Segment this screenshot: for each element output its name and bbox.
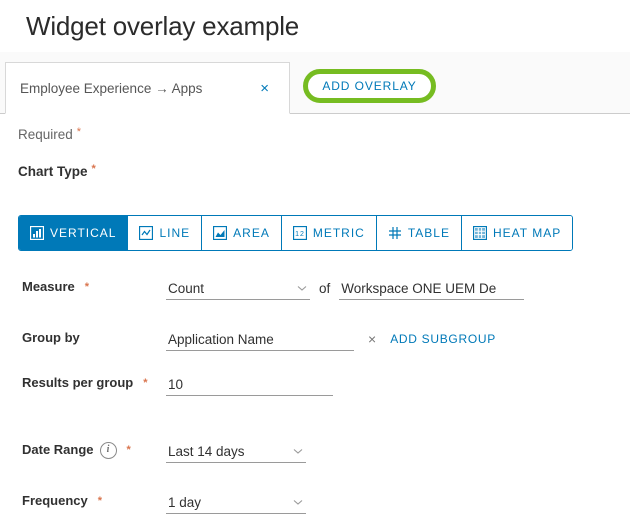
group-by-label-text: Group by	[22, 330, 80, 345]
group-by-select[interactable]: Application Name	[166, 328, 354, 351]
svg-text:12: 12	[295, 231, 305, 238]
measure-label-text: Measure	[22, 279, 75, 294]
results-per-group-input[interactable]: 10	[166, 373, 333, 396]
info-icon[interactable]: i	[99, 441, 117, 459]
date-range-select[interactable]: Last 14 days	[166, 440, 306, 463]
table-grid-icon	[388, 226, 402, 240]
add-subgroup-button[interactable]: ADD SUBGROUP	[390, 328, 496, 351]
widget-config-form: Required * Chart Type * VERTICAL LINE AR…	[0, 114, 630, 514]
required-marker: *	[97, 494, 103, 507]
heat-map-icon	[472, 226, 487, 240]
page-title: Widget overlay example	[26, 11, 300, 41]
chevron-down-icon	[293, 449, 303, 454]
clear-group-by-icon[interactable]: ×	[368, 328, 376, 351]
required-marker: *	[143, 376, 148, 389]
chevron-down-icon	[297, 286, 307, 291]
date-range-label-text: Date Range	[22, 442, 94, 457]
measure-target-value: Workspace ONE UEM De	[341, 280, 497, 296]
date-range-value: Last 14 days	[168, 443, 245, 459]
measure-of-text: of	[319, 281, 331, 296]
required-note-text: Required	[18, 127, 73, 142]
frequency-select[interactable]: 1 day	[166, 491, 306, 514]
chart-type-label-text: Chart Type	[18, 164, 88, 179]
results-per-group-label: Results per group *	[0, 373, 166, 393]
group-by-row: Group by Application Name × ADD SUBGROUP	[0, 328, 630, 358]
chart-type-label-vertical: VERTICAL	[50, 226, 117, 240]
add-overlay-highlight-ring: ADD OVERLAY	[303, 69, 436, 103]
required-marker: *	[84, 280, 90, 293]
chart-type-label-table: TABLE	[407, 226, 450, 240]
group-by-value: Application Name	[168, 331, 274, 347]
metric-number-icon: 12	[292, 226, 307, 240]
results-per-group-value: 10	[168, 376, 184, 392]
close-icon[interactable]: ×	[254, 79, 275, 98]
area-chart-icon	[213, 226, 228, 240]
chart-type-vertical[interactable]: VERTICAL	[19, 216, 129, 250]
measure-select[interactable]: Count	[166, 277, 310, 300]
chart-type-label-metric: METRIC	[312, 226, 365, 240]
group-by-label: Group by	[0, 328, 166, 348]
results-per-group-row: Results per group * 10	[0, 373, 630, 403]
date-range-row: Date Range i * Last 14 days	[0, 440, 630, 470]
tab-employee-experience-apps[interactable]: Employee Experience → Apps ×	[5, 62, 290, 114]
line-chart-icon	[139, 226, 154, 240]
required-marker: *	[126, 443, 131, 456]
chart-type-line[interactable]: LINE	[128, 216, 203, 250]
frequency-value: 1 day	[168, 494, 202, 510]
chart-type-table[interactable]: TABLE	[376, 216, 462, 250]
chevron-down-icon	[293, 500, 303, 505]
bar-chart-icon	[30, 226, 44, 240]
measure-label: Measure *	[0, 277, 166, 297]
required-marker: *	[76, 126, 82, 138]
chart-type-area[interactable]: AREA	[202, 216, 282, 250]
add-overlay-button[interactable]: ADD OVERLAY	[322, 79, 416, 93]
measure-row: Measure * Count of Workspace ONE UEM De	[0, 277, 630, 307]
chart-type-label-line: LINE	[159, 226, 191, 240]
frequency-label-text: Frequency	[22, 493, 88, 508]
frequency-row: Frequency * 1 day	[0, 491, 630, 521]
measure-value: Count	[168, 280, 205, 296]
results-per-group-label-text: Results per group	[22, 375, 134, 390]
chart-type-label: Chart Type *	[0, 142, 630, 180]
chart-type-selector: VERTICAL LINE AREA 12 METRIC TABLE HEAT …	[18, 215, 574, 251]
measure-target-select[interactable]: Workspace ONE UEM De	[339, 277, 525, 300]
chart-type-label-area: AREA	[233, 226, 270, 240]
date-range-label: Date Range i *	[0, 440, 166, 460]
required-note: Required *	[0, 114, 630, 143]
tab-label: Employee Experience → Apps	[20, 80, 203, 96]
chart-type-metric[interactable]: 12 METRIC	[281, 216, 377, 250]
chart-type-heat-map[interactable]: HEAT MAP	[461, 216, 573, 250]
frequency-label: Frequency *	[0, 491, 166, 511]
chart-type-label-heat-map: HEAT MAP	[492, 226, 562, 240]
required-marker: *	[91, 163, 96, 175]
